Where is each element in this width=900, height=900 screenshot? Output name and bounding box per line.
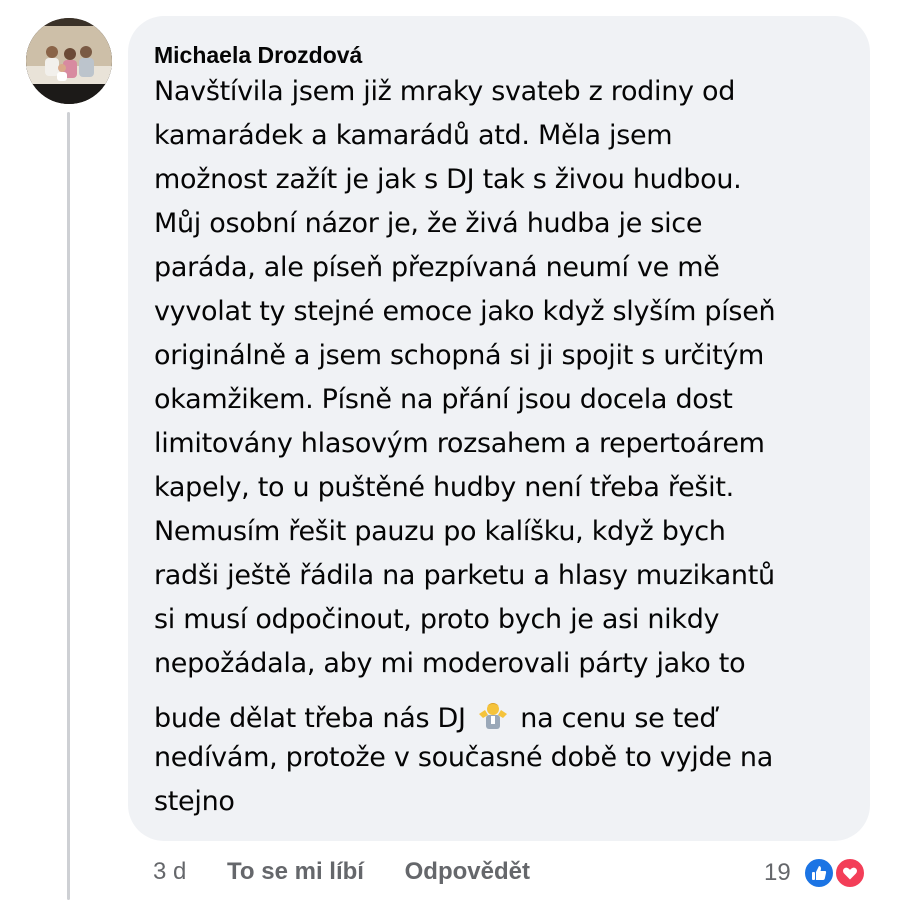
comment-line: radši ještě řádila na parketu a hlasy mu… xyxy=(154,560,775,591)
comment-line: Nemusím řešit pauzu po kalíšku, když byc… xyxy=(154,516,726,547)
comment-line: okamžikem. Písně na přání jsou docela do… xyxy=(154,384,733,415)
avatar[interactable] xyxy=(26,18,112,104)
comment-line: nedívám, protože v současné době to vyjd… xyxy=(154,742,773,773)
comment-bubble: Michaela Drozdová Navštívila jsem již mr… xyxy=(128,16,870,841)
comment-author[interactable]: Michaela Drozdová xyxy=(154,40,870,70)
comment-text: Navštívila jsem již mraky svateb z rodin… xyxy=(154,70,870,824)
comment-line: Navštívila jsem již mraky svateb z rodin… xyxy=(154,76,736,107)
comment-line: kapely, to u puštěné hudby není třeba ře… xyxy=(154,472,734,503)
comment-timestamp[interactable]: 3 d xyxy=(153,858,186,885)
comment-line: limitovány hlasovým rozsahem a repertoár… xyxy=(154,428,765,459)
comment-thread: Michaela Drozdová Navštívila jsem již mr… xyxy=(0,0,900,900)
comment-line: paráda, ale píseň přezpívaná neumí ve mě xyxy=(154,252,720,283)
comment-text-segment: bude dělat třeba nás DJ xyxy=(154,703,466,734)
reply-button[interactable]: Odpovědět xyxy=(405,858,530,885)
reactions-summary[interactable]: 19 xyxy=(764,852,867,892)
shrug-emoji-icon xyxy=(476,690,510,729)
comment-line: nepožádala, aby mi moderovali párty jako… xyxy=(154,648,746,679)
comment-line-with-emoji: bude dělat třeba nás DJ na cenu se teď xyxy=(154,686,870,736)
comment-line: vyvolat ty stejné emoce jako když slyším… xyxy=(154,296,776,327)
comment-line: možnost zažít je jak s DJ tak s živou hu… xyxy=(154,164,742,195)
comment-line: originálně a jsem schopná si ji spojit s… xyxy=(154,340,765,371)
comment-line: kamarádek a kamarádů atd. Měla jsem xyxy=(154,120,673,151)
reaction-count: 19 xyxy=(764,858,791,886)
thread-line xyxy=(67,112,70,900)
comment-actions: 3 d To se mi líbí Odpovědět xyxy=(153,852,564,892)
like-button[interactable]: To se mi líbí xyxy=(227,858,364,885)
love-icon xyxy=(834,856,867,889)
avatar-photo xyxy=(26,18,112,104)
comment-line: si musí odpočinout, proto bych je asi ni… xyxy=(154,604,720,635)
comment-line: stejno xyxy=(154,786,235,817)
comment-line: Můj osobní názor je, že živá hudba je si… xyxy=(154,208,703,239)
comment-text-segment: na cenu se teď xyxy=(520,703,717,734)
like-icon xyxy=(803,856,836,889)
